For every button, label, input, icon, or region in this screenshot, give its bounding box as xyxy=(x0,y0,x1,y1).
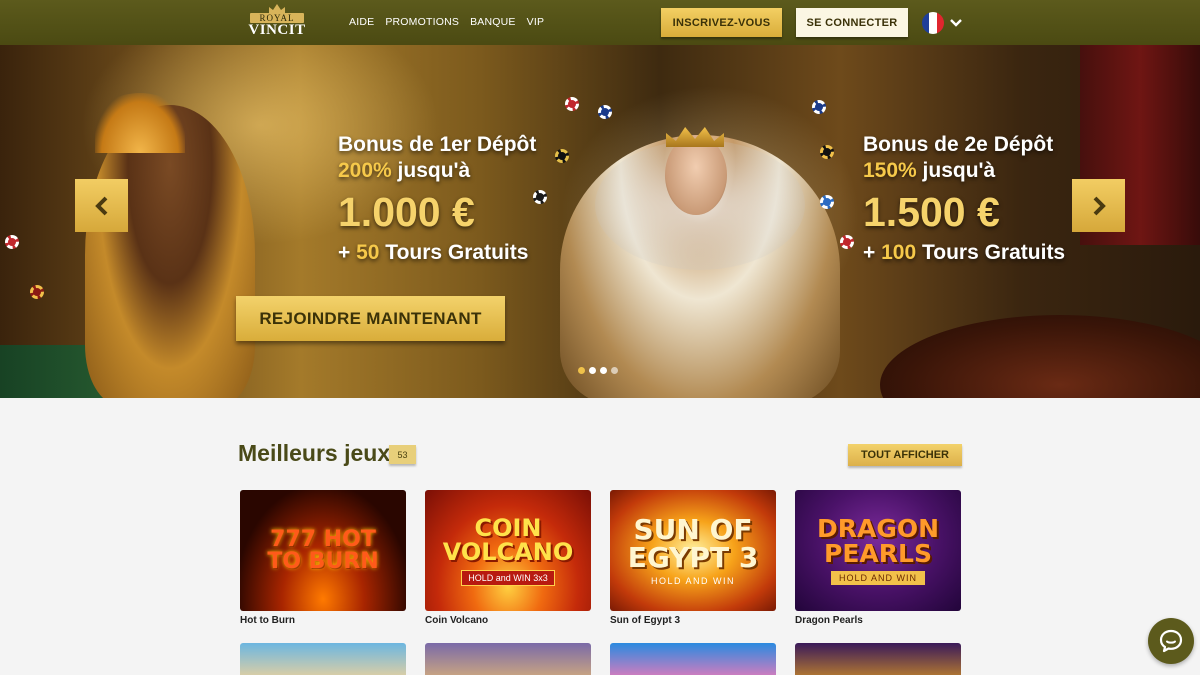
headdress-illustration xyxy=(95,93,185,153)
logo-vincit-text: VINCIT xyxy=(248,22,306,38)
login-button[interactable]: SE CONNECTER xyxy=(796,8,908,37)
section-title: Meilleurs jeux xyxy=(238,440,391,466)
game-thumbnail[interactable]: 777 HOT TO BURN xyxy=(240,490,406,611)
game-title[interactable]: Coin Volcano xyxy=(425,615,488,626)
game-title[interactable]: Hot to Burn xyxy=(240,615,295,626)
promo-upto: jusqu'à xyxy=(916,159,996,182)
game-thumb-subtitle: HOLD AND WIN xyxy=(650,575,735,586)
promo-second-deposit: Bonus de 2e Dépôt 150% jusqu'à 1.500 € +… xyxy=(863,132,1065,268)
carousel-dot[interactable] xyxy=(589,367,596,374)
carousel-prev-button[interactable] xyxy=(75,179,128,232)
nav-item-promotions[interactable]: PROMOTIONS xyxy=(385,16,459,28)
game-title[interactable]: Dragon Pearls xyxy=(795,615,863,626)
promo-spins-suffix: Tours Gratuits xyxy=(379,241,529,264)
hero-banner: Bonus de 1er Dépôt 200% jusqu'à 1.000 € … xyxy=(0,45,1200,398)
promo-percent-line: 150% jusqu'à xyxy=(863,158,1065,184)
casino-chip-icon xyxy=(555,149,569,163)
game-card-coin-volcano[interactable]: COIN VOLCANO HOLD and WIN 3x3 xyxy=(425,490,591,611)
game-card-sun-of-egypt-3[interactable]: SUN OF EGYPT 3 HOLD AND WIN xyxy=(610,490,776,611)
game-thumb-title: DRAGON PEARLS xyxy=(816,513,940,568)
promo-spins-count: 50 xyxy=(356,241,380,264)
promo-percent: 150% xyxy=(863,159,917,182)
carousel-dot[interactable] xyxy=(578,367,585,374)
games-count-badge: 53 xyxy=(389,445,416,464)
nav-item-vip[interactable]: VIP xyxy=(527,16,545,28)
crown-icon xyxy=(269,4,285,13)
game-card-dragon-pearls[interactable]: DRAGON PEARLS HOLD AND WIN xyxy=(795,490,961,611)
join-now-button[interactable]: REJOINDRE MAINTENANT xyxy=(236,296,505,341)
live-chat-button[interactable] xyxy=(1148,618,1194,664)
promo-spins-count: 100 xyxy=(881,241,917,264)
casino-chip-icon xyxy=(812,100,826,114)
promo-spins: + 50 Tours Gratuits xyxy=(338,238,536,268)
view-all-button[interactable]: TOUT AFFICHER xyxy=(848,444,962,466)
promo-first-deposit: Bonus de 1er Dépôt 200% jusqu'à 1.000 € … xyxy=(338,132,536,268)
chevron-down-icon[interactable] xyxy=(949,16,963,30)
game-thumbnail[interactable]: COIN VOLCANO HOLD and WIN 3x3 xyxy=(425,490,591,611)
game-title[interactable]: Sun of Egypt 3 xyxy=(610,615,680,626)
carousel-dot[interactable] xyxy=(600,367,607,374)
main-nav: AIDE PROMOTIONS BANQUE VIP xyxy=(349,16,544,28)
game-thumb-title: SUN OF EGYPT 3 xyxy=(627,512,759,574)
promo-spins-suffix: Tours Gratuits xyxy=(916,241,1066,264)
nav-item-banque[interactable]: BANQUE xyxy=(470,16,516,28)
game-thumb-title: 777 HOT TO BURN xyxy=(267,526,379,574)
casino-chip-icon xyxy=(820,195,834,209)
promo-amount: 1.000 € xyxy=(338,189,475,235)
site-logo[interactable]: ROYAL VINCIT xyxy=(247,4,307,42)
chevron-right-icon xyxy=(1093,196,1106,215)
game-thumb-title: COIN VOLCANO xyxy=(442,513,574,566)
roulette-table-illustration xyxy=(880,315,1200,398)
chevron-left-icon xyxy=(94,196,107,215)
game-card-partial[interactable] xyxy=(795,643,961,675)
casino-chip-icon xyxy=(565,97,579,111)
game-thumb-subtitle: HOLD AND WIN xyxy=(830,570,925,585)
promo-spins-prefix: + xyxy=(338,241,357,264)
promo-percent-line: 200% jusqu'à xyxy=(338,158,536,184)
promo-amount: 1.500 € xyxy=(863,189,1000,235)
game-thumbnail[interactable]: SUN OF EGYPT 3 HOLD AND WIN xyxy=(610,490,776,611)
nav-item-aide[interactable]: AIDE xyxy=(349,16,374,28)
casino-chip-icon xyxy=(598,105,612,119)
promo-spins: + 100 Tours Gratuits xyxy=(863,238,1065,268)
carousel-next-button[interactable] xyxy=(1072,179,1125,232)
carousel-dots xyxy=(578,367,618,374)
casino-chip-icon xyxy=(820,145,834,159)
game-card-partial[interactable] xyxy=(610,643,776,675)
casino-chip-icon xyxy=(5,235,19,249)
game-thumb-subtitle: HOLD and WIN 3x3 xyxy=(461,569,555,586)
promo-headline: Bonus de 2e Dépôt xyxy=(863,133,1054,156)
promo-percent: 200% xyxy=(338,159,392,182)
promo-headline: Bonus de 1er Dépôt xyxy=(338,133,537,156)
casino-chip-icon xyxy=(30,285,44,299)
chat-icon xyxy=(1159,629,1183,653)
game-thumbnail[interactable]: DRAGON PEARLS HOLD AND WIN xyxy=(795,490,961,611)
game-card-partial[interactable] xyxy=(425,643,591,675)
promo-upto: jusqu'à xyxy=(391,159,471,182)
casino-chip-icon xyxy=(840,235,854,249)
register-button[interactable]: INSCRIVEZ-VOUS xyxy=(661,8,782,37)
game-card-hot-to-burn[interactable]: 777 HOT TO BURN xyxy=(240,490,406,611)
queen-head-illustration xyxy=(665,135,727,215)
game-card-partial[interactable] xyxy=(240,643,406,675)
flag-france-icon[interactable] xyxy=(922,12,944,34)
promo-spins-prefix: + xyxy=(863,241,882,264)
carousel-dot[interactable] xyxy=(611,367,618,374)
top-header: ROYAL VINCIT AIDE PROMOTIONS BANQUE VIP … xyxy=(0,0,1200,45)
